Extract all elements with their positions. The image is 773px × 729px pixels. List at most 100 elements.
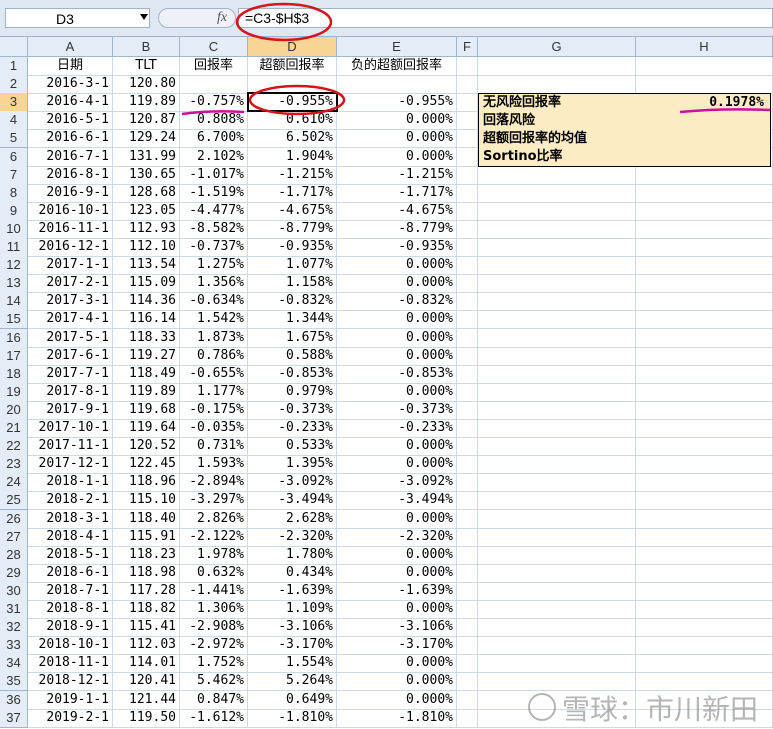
cell-a21[interactable]: 2017-10-1 — [28, 419, 113, 438]
row-header[interactable]: 10 — [0, 219, 28, 239]
cell-f29[interactable] — [457, 563, 478, 583]
cell-g23[interactable] — [478, 455, 636, 475]
row-header[interactable]: 15 — [0, 310, 28, 330]
cell-b29[interactable]: 118.98 — [113, 563, 180, 583]
cell-c36[interactable]: 0.847% — [180, 690, 248, 710]
cell-h27[interactable] — [636, 527, 773, 547]
cell-d16[interactable]: 1.675% — [248, 328, 337, 348]
cell-e1[interactable]: 负的超额回报率 — [337, 57, 457, 76]
cell-b20[interactable]: 119.68 — [113, 400, 180, 420]
row-header[interactable]: 37 — [0, 708, 28, 728]
cell-d8[interactable]: -1.717% — [248, 183, 337, 203]
cell-h21[interactable] — [636, 419, 773, 438]
cell-a30[interactable]: 2018-7-1 — [28, 581, 113, 601]
row-header[interactable]: 30 — [0, 581, 28, 601]
cell-e15[interactable]: 0.000% — [337, 310, 457, 330]
cell-g29[interactable] — [478, 563, 636, 583]
cell-b6[interactable]: 131.99 — [113, 147, 180, 167]
cell-e4[interactable]: 0.000% — [337, 111, 457, 131]
cell-g7[interactable] — [478, 165, 636, 185]
row-header[interactable]: 29 — [0, 563, 28, 583]
cell-g24[interactable] — [478, 473, 636, 493]
cell-d26[interactable]: 2.628% — [248, 509, 337, 529]
row-header[interactable]: 2 — [0, 75, 28, 95]
cell-e36[interactable]: 0.000% — [337, 690, 457, 710]
cell-a19[interactable]: 2017-8-1 — [28, 382, 113, 402]
cell-d18[interactable]: -0.853% — [248, 364, 337, 384]
cell-b1[interactable]: TLT — [113, 57, 180, 76]
cell-a4[interactable]: 2016-5-1 — [28, 111, 113, 131]
cell-h32[interactable] — [636, 618, 773, 638]
cell-d37[interactable]: -1.810% — [248, 708, 337, 728]
cell-a24[interactable]: 2018-1-1 — [28, 473, 113, 493]
cell-c19[interactable]: 1.177% — [180, 382, 248, 402]
cell-a34[interactable]: 2018-11-1 — [28, 654, 113, 674]
cell-g32[interactable] — [478, 618, 636, 638]
cell-e5[interactable]: 0.000% — [337, 129, 457, 149]
cell-h26[interactable] — [636, 509, 773, 529]
cell-c4[interactable]: 0.808% — [180, 111, 248, 131]
cell-a33[interactable]: 2018-10-1 — [28, 636, 113, 656]
select-all-corner[interactable] — [0, 37, 28, 57]
cell-g8[interactable] — [478, 183, 636, 203]
cell-h2[interactable] — [636, 75, 773, 95]
cell-a5[interactable]: 2016-6-1 — [28, 129, 113, 149]
cell-g20[interactable] — [478, 400, 636, 420]
cell-f37[interactable] — [457, 708, 478, 728]
formula-input[interactable]: =C3-$H$3 — [238, 8, 773, 28]
row-header[interactable]: 19 — [0, 382, 28, 402]
cell-a11[interactable]: 2016-12-1 — [28, 238, 113, 257]
cell-b5[interactable]: 129.24 — [113, 129, 180, 149]
name-box[interactable]: D3 — [5, 8, 150, 28]
cell-d1[interactable]: 超额回报率 — [248, 57, 337, 76]
cell-d32[interactable]: -3.106% — [248, 618, 337, 638]
row-header[interactable]: 17 — [0, 346, 28, 366]
cell-e18[interactable]: -0.853% — [337, 364, 457, 384]
cell-h25[interactable] — [636, 491, 773, 511]
cell-c28[interactable]: 1.978% — [180, 545, 248, 565]
row-header[interactable]: 20 — [0, 400, 28, 420]
cell-f14[interactable] — [457, 292, 478, 312]
cell-b17[interactable]: 119.27 — [113, 346, 180, 366]
cell-f18[interactable] — [457, 364, 478, 384]
row-header[interactable]: 33 — [0, 636, 28, 656]
cell-a1[interactable]: 日期 — [28, 57, 113, 76]
cell-e16[interactable]: 0.000% — [337, 328, 457, 348]
cell-d36[interactable]: 0.649% — [248, 690, 337, 710]
cell-b9[interactable]: 123.05 — [113, 201, 180, 221]
cell-e7[interactable]: -1.215% — [337, 165, 457, 185]
cell-d19[interactable]: 0.979% — [248, 382, 337, 402]
cell-e20[interactable]: -0.373% — [337, 400, 457, 420]
column-header-a[interactable]: A — [28, 37, 113, 57]
column-header-b[interactable]: B — [113, 37, 180, 57]
cell-c31[interactable]: 1.306% — [180, 600, 248, 619]
cell-c23[interactable]: 1.593% — [180, 455, 248, 475]
cell-a3[interactable]: 2016-4-1 — [28, 93, 113, 113]
cell-h8[interactable] — [636, 183, 773, 203]
cell-c18[interactable]: -0.655% — [180, 364, 248, 384]
cell-b23[interactable]: 122.45 — [113, 455, 180, 475]
cell-h16[interactable] — [636, 328, 773, 348]
cell-e31[interactable]: 0.000% — [337, 600, 457, 619]
cell-b14[interactable]: 114.36 — [113, 292, 180, 312]
cell-d25[interactable]: -3.494% — [248, 491, 337, 511]
cell-c30[interactable]: -1.441% — [180, 581, 248, 601]
row-header[interactable]: 13 — [0, 274, 28, 294]
row-header[interactable]: 27 — [0, 527, 28, 547]
cell-c15[interactable]: 1.542% — [180, 310, 248, 330]
cell-e11[interactable]: -0.935% — [337, 238, 457, 257]
cell-d11[interactable]: -0.935% — [248, 238, 337, 257]
cell-h24[interactable] — [636, 473, 773, 493]
cell-f36[interactable] — [457, 690, 478, 710]
cell-f20[interactable] — [457, 400, 478, 420]
cell-e10[interactable]: -8.779% — [337, 219, 457, 239]
cell-e9[interactable]: -4.675% — [337, 201, 457, 221]
cell-c25[interactable]: -3.297% — [180, 491, 248, 511]
cell-e2[interactable] — [337, 75, 457, 95]
cell-g31[interactable] — [478, 600, 636, 619]
cell-e6[interactable]: 0.000% — [337, 147, 457, 167]
cell-e19[interactable]: 0.000% — [337, 382, 457, 402]
cell-h7[interactable] — [636, 165, 773, 185]
insert-function-icon[interactable]: fx — [217, 10, 227, 26]
cell-b27[interactable]: 115.91 — [113, 527, 180, 547]
